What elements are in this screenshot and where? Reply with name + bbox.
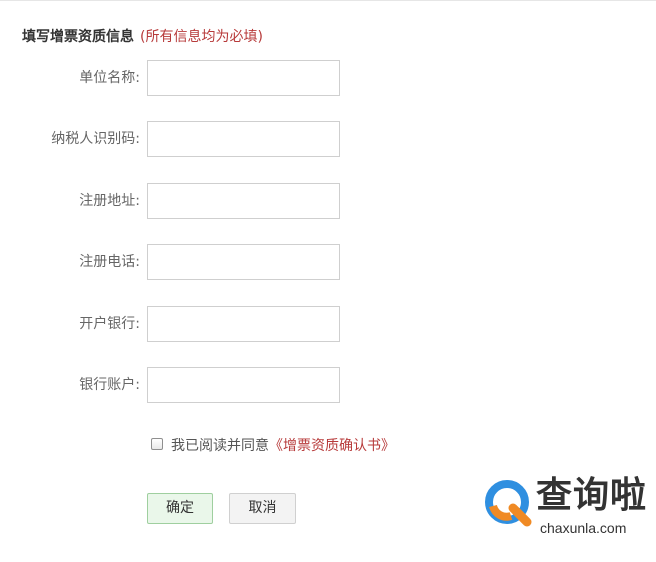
bank-account-input[interactable] — [147, 367, 340, 403]
cancel-button[interactable]: 取消 — [229, 493, 296, 524]
watermark-domain: chaxunla.com — [540, 520, 627, 536]
bank-name-label: 开户银行: — [79, 316, 140, 332]
company-name-label: 单位名称: — [79, 70, 140, 86]
form-title: 填写增票资质信息 — [22, 29, 134, 45]
field-row-bank-account: 银行账户: — [0, 367, 656, 403]
chaxunla-logo-icon — [485, 480, 532, 527]
taxpayer-id-input[interactable] — [147, 121, 340, 157]
bank-account-label: 银行账户: — [79, 377, 140, 393]
registered-address-input[interactable] — [147, 183, 340, 219]
confirm-button[interactable]: 确定 — [147, 493, 213, 524]
registered-phone-input[interactable] — [147, 244, 340, 280]
required-note: (所有信息均为必填) — [140, 29, 263, 45]
company-name-input[interactable] — [147, 60, 340, 96]
watermark: 查询啦 chaxunla.com — [478, 472, 656, 544]
form-heading: 填写增票资质信息 (所有信息均为必填) — [22, 28, 263, 46]
agreement-label: 我已阅读并同意 — [171, 438, 269, 454]
top-divider — [0, 0, 656, 1]
field-row-bank-name: 开户银行: — [0, 306, 656, 342]
agreement-document-link[interactable]: 《增票资质确认书》 — [269, 438, 395, 454]
agree-checkbox[interactable] — [151, 438, 163, 450]
field-row-registered-phone: 注册电话: — [0, 244, 656, 280]
registered-address-label: 注册地址: — [79, 193, 140, 209]
watermark-title: 查询啦 — [536, 475, 648, 516]
field-row-company-name: 单位名称: — [0, 60, 656, 96]
bank-name-input[interactable] — [147, 306, 340, 342]
taxpayer-id-label: 纳税人识别码: — [51, 131, 140, 147]
agreement-text: 我已阅读并同意《增票资质确认书》 — [171, 437, 395, 455]
registered-phone-label: 注册电话: — [79, 254, 140, 270]
field-row-registered-address: 注册地址: — [0, 183, 656, 219]
field-row-taxpayer-id: 纳税人识别码: — [0, 121, 656, 157]
